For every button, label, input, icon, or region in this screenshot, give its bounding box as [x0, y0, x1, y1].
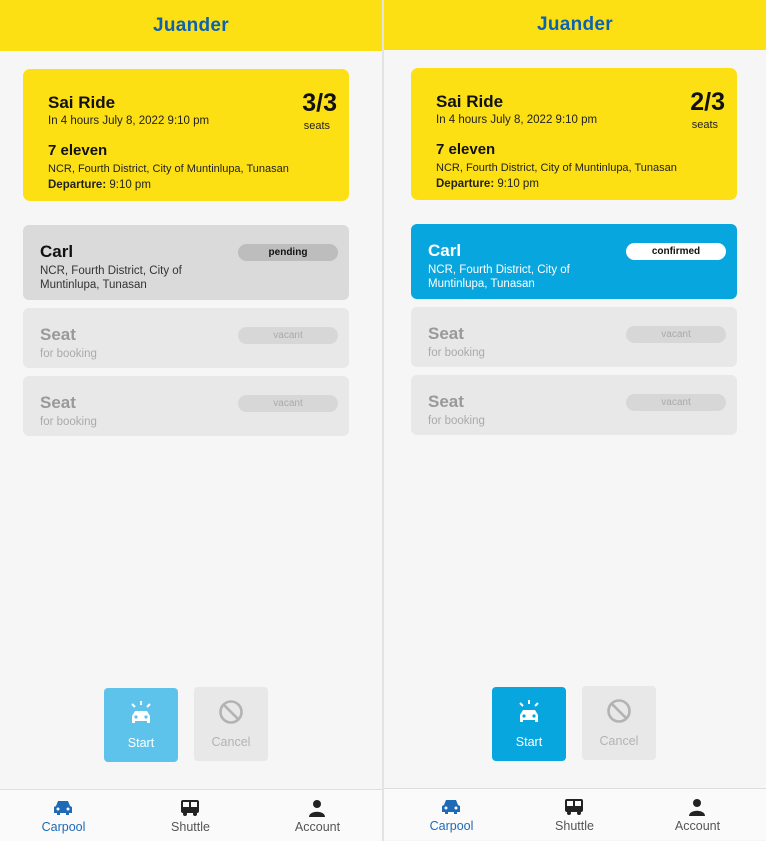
nav-shuttle[interactable]: Shuttle [511, 789, 638, 841]
seat-subtitle: for booking [428, 415, 485, 427]
status-badge: vacant [238, 327, 338, 344]
departure-info: Departure: 9:10 pm [48, 179, 151, 191]
nav-label: Shuttle [555, 819, 594, 833]
seat-unit: seats [303, 120, 330, 132]
bottom-nav: Carpool Shuttle Account [384, 788, 766, 840]
destination-name: 7 eleven [436, 141, 496, 158]
screen-confirmed: Juander Sai Ride In 4 hours July 8, 2022… [384, 0, 766, 841]
destination-address: NCR, Fourth District, City of Muntinlupa… [436, 162, 677, 174]
cancel-label: Cancel [211, 735, 251, 749]
ride-time: In 4 hours July 8, 2022 9:10 pm [436, 114, 598, 126]
seat-card-vacant[interactable]: Seat for booking vacant [23, 376, 349, 436]
seat-title: Seat [428, 324, 464, 343]
seat-title: Seat [40, 325, 76, 344]
ride-card[interactable]: Sai Ride In 4 hours July 8, 2022 9:10 pm… [23, 69, 349, 201]
seat-count: 3/3 [302, 89, 337, 117]
departure-time: 9:10 pm [497, 178, 539, 190]
ride-name: Sai Ride [48, 93, 116, 112]
ride-time: In 4 hours July 8, 2022 9:10 pm [48, 115, 210, 127]
seat-card-vacant[interactable]: Seat for booking vacant [411, 307, 737, 367]
person-icon [309, 800, 325, 817]
nav-label: Carpool [429, 819, 474, 833]
destination-name: 7 eleven [48, 142, 108, 159]
siren-car-icon [519, 700, 539, 722]
car-icon [442, 800, 460, 814]
seat-count: 2/3 [690, 88, 725, 116]
status-badge: confirmed [626, 243, 726, 260]
app-bar: Juander [384, 0, 766, 50]
nav-label: Account [294, 820, 341, 834]
seat-card-passenger[interactable]: Carl NCR, Fourth District, City of Munti… [23, 225, 349, 300]
screen-pending: Juander Sai Ride In 4 hours July 8, 2022… [0, 0, 382, 841]
destination-address: NCR, Fourth District, City of Muntinlupa… [48, 163, 289, 175]
seat-title: Carl [40, 242, 74, 261]
ride-card[interactable]: Sai Ride In 4 hours July 8, 2022 9:10 pm… [411, 68, 737, 200]
person-icon [689, 799, 705, 816]
nav-account[interactable]: Account [254, 790, 381, 841]
departure-info: Departure: 9:10 pm [436, 178, 539, 190]
cancel-button[interactable]: Cancel [194, 687, 268, 761]
nav-label: Carpool [41, 820, 86, 834]
seat-subtitle: NCR, Fourth District, City of Muntinlupa… [40, 265, 182, 291]
nav-shuttle[interactable]: Shuttle [127, 790, 254, 841]
seat-title: Carl [428, 241, 462, 260]
seat-title: Seat [40, 393, 76, 412]
seat-card-vacant[interactable]: Seat for booking vacant [411, 375, 737, 435]
nav-carpool[interactable]: Carpool [0, 790, 127, 841]
start-label: Start [127, 736, 155, 750]
departure-label: Departure: [48, 179, 107, 191]
start-button[interactable]: Start [104, 688, 178, 762]
bus-icon [565, 799, 583, 815]
nav-label: Account [674, 819, 721, 833]
departure-label: Departure: [436, 178, 495, 190]
nav-account[interactable]: Account [634, 789, 761, 841]
seat-title: Seat [428, 392, 464, 411]
seat-unit: seats [691, 119, 718, 131]
app-title: Juander [152, 14, 229, 36]
bus-icon [181, 800, 199, 816]
app-title: Juander [536, 14, 613, 35]
status-badge: vacant [238, 395, 338, 412]
siren-car-icon [131, 701, 151, 723]
nav-carpool[interactable]: Carpool [388, 789, 515, 841]
seat-subtitle: for booking [40, 416, 97, 428]
app-bar: Juander [0, 0, 382, 51]
departure-time: 9:10 pm [109, 179, 151, 191]
car-icon [54, 801, 72, 815]
seat-card-vacant[interactable]: Seat for booking vacant [23, 308, 349, 368]
start-button[interactable]: Start [492, 687, 566, 761]
ban-icon [219, 700, 243, 724]
ban-icon [607, 699, 631, 723]
status-badge: vacant [626, 326, 726, 343]
seat-subtitle: NCR, Fourth District, City of Muntinlupa… [428, 264, 570, 290]
seat-subtitle: for booking [40, 348, 97, 360]
cancel-label: Cancel [599, 734, 639, 748]
status-badge: vacant [626, 394, 726, 411]
ride-name: Sai Ride [436, 92, 504, 111]
seat-card-passenger[interactable]: Carl NCR, Fourth District, City of Munti… [411, 224, 737, 299]
nav-label: Shuttle [171, 820, 210, 834]
seat-subtitle: for booking [428, 347, 485, 359]
status-badge: pending [238, 244, 338, 261]
cancel-button[interactable]: Cancel [582, 686, 656, 760]
start-label: Start [515, 735, 543, 749]
bottom-nav: Carpool Shuttle Account [0, 789, 382, 841]
